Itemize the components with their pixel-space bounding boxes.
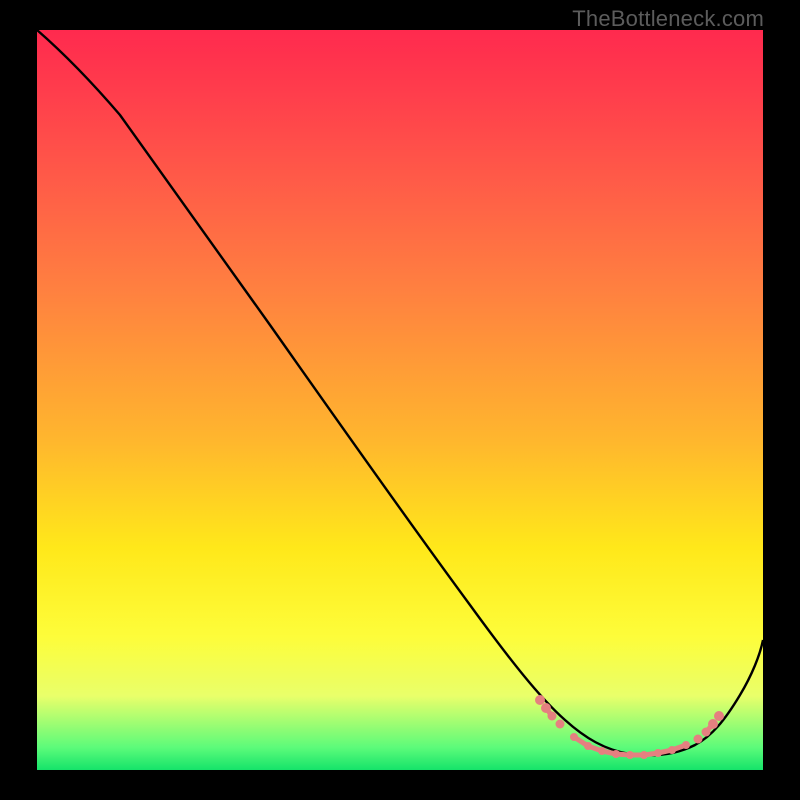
plot-area <box>37 30 763 770</box>
source-watermark: TheBottleneck.com <box>572 6 764 32</box>
chart-frame: TheBottleneck.com <box>0 0 800 800</box>
